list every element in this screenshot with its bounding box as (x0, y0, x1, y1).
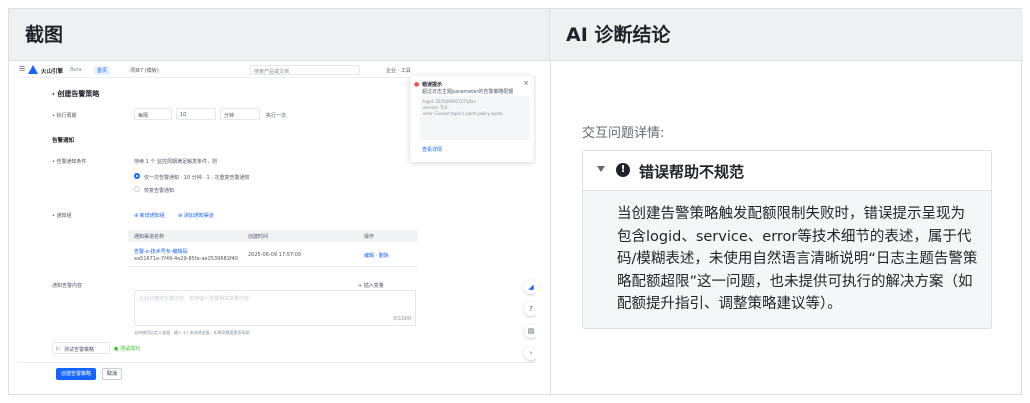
page-title-text: 创建告警策略 (57, 90, 100, 98)
period-unit-value: 分钟 (224, 113, 235, 119)
add-group-text: 新增通知组 (139, 213, 165, 219)
content-textarea[interactable]: 在此处描述告警内容，支持输入告警相关变量内容 0/1000 (134, 290, 416, 326)
content-counter: 0/1000 (393, 316, 411, 322)
period-unit-select[interactable]: 分钟 (220, 108, 260, 120)
header-diagnosis: AI 诊断结论 (550, 9, 1023, 61)
error-popup-title: 错误提示 (422, 82, 443, 88)
period-number-value: 10 (180, 112, 187, 118)
period-number-input[interactable]: 10 (176, 108, 216, 120)
submit-button[interactable]: 创建告警策略 (56, 368, 96, 380)
error-popup-close-icon[interactable]: × (523, 79, 529, 87)
nav-home[interactable]: 首页 (94, 66, 111, 75)
section-notify: 告警通知 (52, 138, 75, 144)
channel-row-id: ea51671e-7f49-4e29-85fe-ae2539682f40 (134, 256, 238, 262)
collapse-arrow-icon[interactable] (597, 166, 605, 172)
feedback-icon[interactable]: ▤ (524, 324, 536, 338)
error-popup-details: logid: 20250609175710xx service: TLS err… (420, 96, 530, 140)
channel-label: • 通知组 (52, 213, 72, 219)
table-divider (128, 266, 418, 267)
footer-divider (18, 362, 536, 363)
radio-recover-label: 恢复告警通知 (144, 188, 175, 194)
context-label: 交互问题详情: (582, 126, 665, 141)
period-select-value: 每隔 (138, 113, 149, 119)
radio-recover[interactable] (134, 186, 140, 192)
channel-row-name[interactable]: 告警-e-技术号专-编辑码 (134, 248, 188, 255)
add-rule-link[interactable]: ⊕ 添加通知渠道 (178, 212, 214, 219)
th-op: 操作 (364, 234, 375, 240)
content-placeholder: 在此处描述告警内容，支持输入告警相关变量内容 (139, 296, 250, 302)
header-screenshot: 截图 (9, 9, 550, 61)
test-policy-text: 测试告警策略 (64, 347, 95, 353)
assistant-icon[interactable]: ◢ (524, 280, 536, 294)
trigger-label: • 告警通知条件 (52, 159, 87, 165)
add-group-link[interactable]: ⊕ 新增通知组 (134, 212, 165, 219)
console-screenshot: ☰ 火山引擎 Beta 首页 项目7 (模板) 搜索产品或文档 企业 · 工具 … (18, 62, 536, 387)
period-exec-text: 执行一次 (266, 113, 287, 119)
period-select[interactable]: 每隔 (134, 108, 172, 120)
console-search-placeholder: 搜索产品或文档 (254, 69, 290, 75)
issue-title: 错误帮助不规范 (639, 163, 745, 181)
nav-project[interactable]: 项目7 (模板) (130, 67, 159, 74)
console-search-input[interactable]: 搜索产品或文档 (250, 65, 360, 75)
error-icon: ! (616, 163, 630, 177)
th-name: 通知渠道名称 (134, 234, 165, 240)
th-time: 创建时间 (248, 234, 269, 240)
radio-once[interactable] (134, 173, 140, 179)
channel-row-time: 2025-06-09 17:57:09 (248, 252, 302, 258)
issue-card-body: 当创建告警策略触发配额限制失败时，错误提示呈现为包含logid、service、… (583, 191, 991, 328)
error-popup-icon: ● (414, 81, 420, 88)
brand-badge: Beta (70, 67, 82, 73)
menu-icon[interactable]: ☰ (19, 65, 25, 73)
content-label: 通知告警内容 (52, 283, 83, 289)
test-status-text: 测试成功 (119, 346, 140, 352)
brand-logo-icon (28, 65, 38, 74)
channel-table-header: 通知渠道名称 创建时间 操作 (128, 230, 418, 242)
cancel-button[interactable]: 取消 (102, 368, 122, 380)
issue-card-header[interactable]: ! 错误帮助不规范 (583, 151, 991, 191)
issue-card: ! 错误帮助不规范 当创建告警策略触发配额限制失败时，错误提示呈现为包含logi… (582, 150, 992, 329)
page-title: ‹ 创建告警策略 (52, 90, 100, 98)
test-status: ● 测试成功 (114, 346, 140, 352)
error-detail-error: error: Exceed topic's alarm policy quota (423, 111, 503, 116)
error-popup-message: 超过日志主题parameter的告警策略配额 (422, 89, 514, 95)
expand-icon[interactable]: › (524, 346, 536, 360)
channel-row-ops[interactable]: 编辑 · 删除 (364, 252, 389, 259)
play-icon: ▷ (56, 346, 60, 352)
add-rule-text: 添加通知渠道 (183, 213, 214, 219)
brand-name: 火山引擎 (41, 69, 64, 75)
content-hint: 支持使用自定义变量，输入 ${ 来选择变量，如果您需要更多帮助 (134, 330, 250, 335)
trigger-value[interactable]: 持续 1 个 监控周期满足触发条件，则 (134, 158, 217, 165)
error-popup-link[interactable]: 查看详情 (422, 146, 442, 153)
period-label: • 执行周期 (52, 113, 77, 119)
topbar-right[interactable]: 企业 · 工具 (386, 67, 411, 74)
insert-var-button[interactable]: + 插入变量 (358, 282, 384, 289)
column-divider (550, 61, 551, 396)
radio-once-label: 仅一次告警通知 · 10 分钟 · 1 · 次重复告警通知 (144, 175, 250, 181)
help-icon[interactable]: ? (524, 302, 536, 316)
insert-var-text: 插入变量 (363, 283, 384, 289)
error-popup: ● 错误提示 × 超过日志主题parameter的告警策略配额 logid: 2… (410, 76, 534, 162)
test-policy-button[interactable]: ▷ 测试告警策略 (52, 342, 110, 354)
issue-description: 当创建告警策略触发配额限制失败时，错误提示呈现为包含logid、service、… (617, 206, 978, 312)
